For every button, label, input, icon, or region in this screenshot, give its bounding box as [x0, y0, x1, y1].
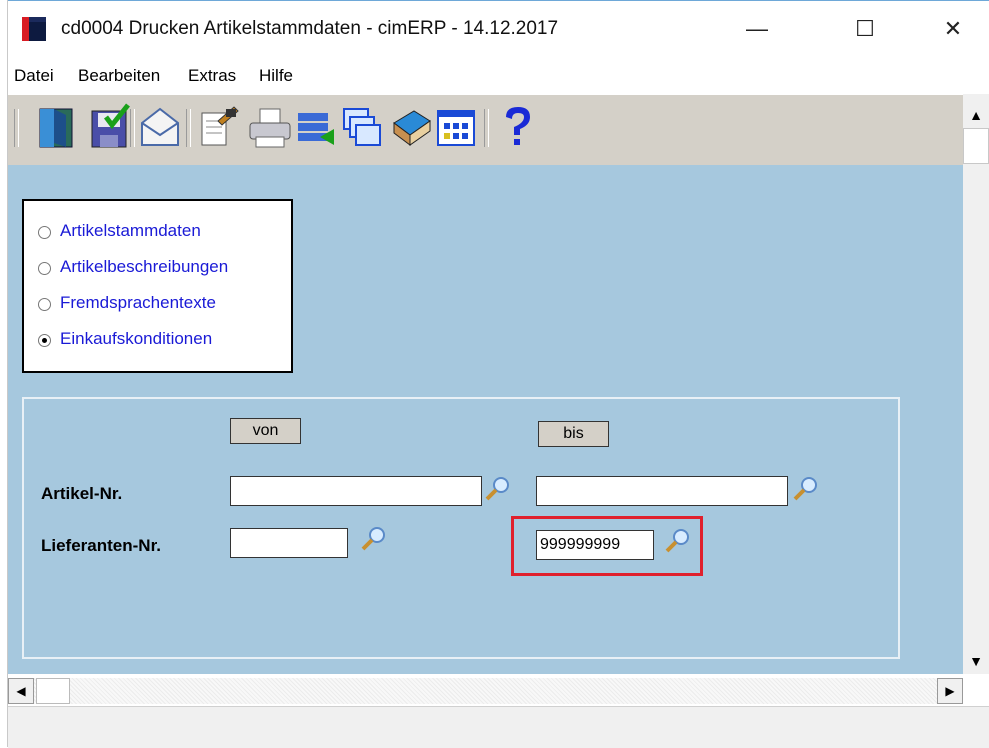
radio-circle[interactable]	[38, 226, 51, 239]
bis-header-button[interactable]: bis	[538, 421, 609, 447]
title-bar[interactable]: cd0004 Drucken Artikelstammdaten - cimER…	[8, 1, 989, 58]
toolbar-separator	[14, 109, 19, 147]
book-icon[interactable]	[388, 103, 432, 151]
menu-bearbeiten[interactable]: Bearbeiten	[78, 66, 160, 86]
close-button[interactable]: ✕	[930, 9, 976, 49]
filter-panel	[22, 397, 900, 659]
radio-label: Fremdsprachentexte	[60, 293, 216, 312]
save-icon[interactable]	[88, 103, 132, 151]
email-icon[interactable]	[138, 103, 182, 151]
printer-icon[interactable]	[248, 103, 292, 151]
radio-circle[interactable]	[38, 262, 51, 275]
radio-circle-selected[interactable]	[38, 334, 51, 347]
highlight-box	[511, 516, 703, 576]
vertical-scrollbar[interactable]: ▲ ▼	[963, 94, 989, 674]
artikel-nr-label: Artikel-Nr.	[41, 484, 123, 503]
edit-document-icon[interactable]	[196, 103, 240, 151]
horizontal-scrollbar[interactable]	[8, 678, 963, 704]
menu-extras[interactable]: Extras	[188, 66, 236, 86]
application-window: cd0004 Drucken Artikelstammdaten - cimER…	[0, 0, 989, 748]
app-logo-icon	[22, 17, 46, 41]
radio-circle[interactable]	[38, 298, 51, 311]
vertical-scroll-thumb[interactable]	[963, 128, 989, 164]
toolbar-separator	[186, 109, 191, 147]
radio-label: Artikelbeschreibungen	[60, 257, 229, 276]
minimize-button[interactable]: —	[734, 9, 780, 49]
scroll-down-icon[interactable]: ▼	[963, 648, 989, 674]
artikel-von-input[interactable]	[230, 476, 482, 506]
horizontal-scroll-thumb[interactable]	[36, 678, 70, 704]
report-type-group: Artikelstammdaten Artikelbeschreibungen …	[22, 199, 293, 373]
toolbar-separator	[130, 109, 135, 147]
calendar-grid-icon[interactable]	[434, 103, 478, 151]
lieferanten-nr-label: Lieferanten-Nr.	[41, 536, 161, 555]
radio-label: Artikelstammdaten	[60, 221, 201, 240]
search-icon[interactable]	[360, 526, 386, 552]
menu-datei[interactable]: Datei	[14, 66, 54, 86]
export-list-icon[interactable]	[294, 103, 338, 151]
artikel-bis-input[interactable]	[536, 476, 788, 506]
scroll-up-icon[interactable]: ▲	[963, 102, 989, 128]
help-icon[interactable]	[496, 103, 540, 151]
maximize-button[interactable]: ☐	[842, 9, 888, 49]
radio-dot	[42, 338, 47, 343]
toolbar-separator	[484, 109, 489, 147]
scroll-left-icon[interactable]: ◀	[8, 678, 34, 704]
scroll-right-icon[interactable]: ▶	[937, 678, 963, 704]
von-header-button[interactable]: von	[230, 418, 301, 444]
menu-hilfe[interactable]: Hilfe	[259, 66, 293, 86]
search-icon[interactable]	[792, 476, 818, 502]
search-icon[interactable]	[484, 476, 510, 502]
menu-bar: Datei Bearbeiten Extras Hilfe	[8, 62, 989, 92]
status-bar	[8, 706, 989, 748]
exit-door-icon[interactable]	[34, 103, 78, 151]
lieferant-von-input[interactable]	[230, 528, 348, 558]
content-area: Artikelstammdaten Artikelbeschreibungen …	[8, 165, 963, 674]
windows-icon[interactable]	[340, 103, 384, 151]
toolbar	[8, 94, 963, 166]
window-title: cd0004 Drucken Artikelstammdaten - cimER…	[61, 18, 559, 39]
radio-label: Einkaufskonditionen	[60, 329, 213, 348]
